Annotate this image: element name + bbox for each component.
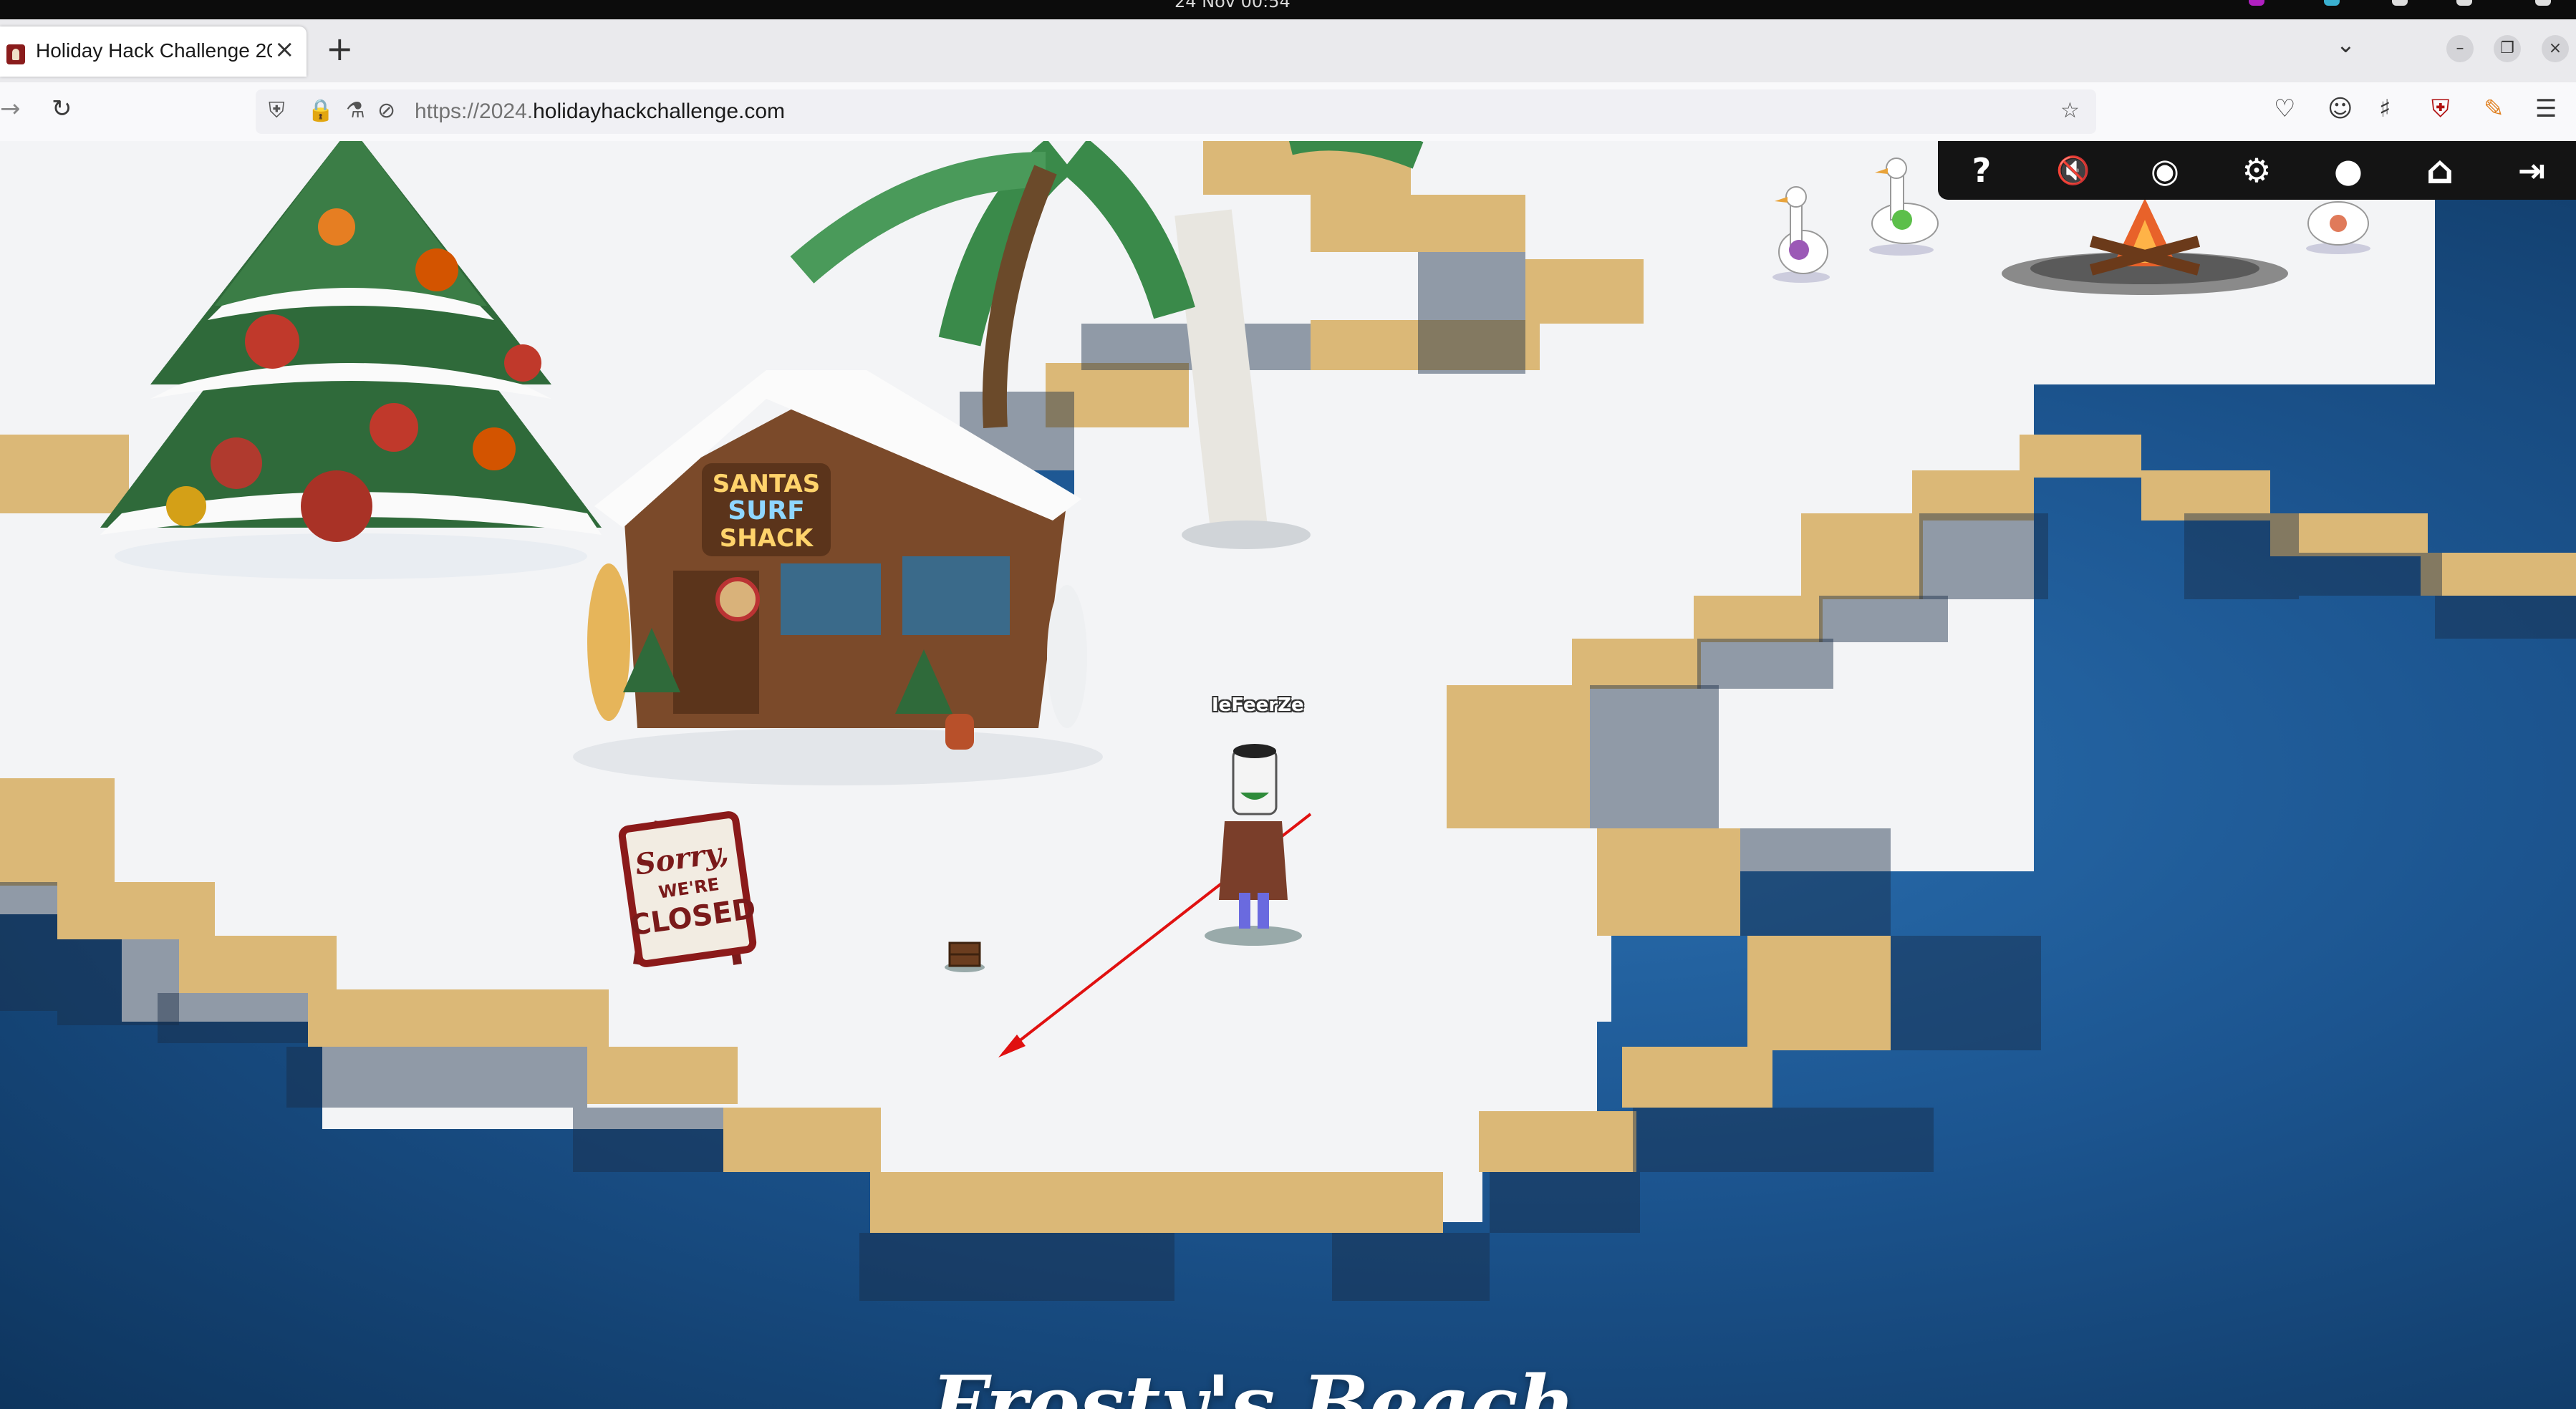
logout-icon[interactable]: ⇥ <box>2508 147 2555 194</box>
closed-sign: Sorry, WE'RE CLOSED <box>618 811 758 967</box>
tray-icon[interactable] <box>2535 0 2551 6</box>
sand-tile <box>723 1108 881 1172</box>
sand-tile <box>1572 639 1701 689</box>
ublock-icon[interactable]: ⛨ <box>2431 95 2450 123</box>
mute-icon[interactable]: 🔇 <box>2050 147 2097 194</box>
shallow-tile <box>0 882 57 1011</box>
shield-icon[interactable]: ⛨ <box>269 98 285 123</box>
sand-tile <box>179 936 337 993</box>
restore-button[interactable]: ❐ <box>2494 35 2521 62</box>
new-tab-button[interactable]: + <box>326 29 354 68</box>
help-icon[interactable]: ? <box>1958 147 2005 194</box>
account-icon[interactable]: ☺ <box>2327 95 2353 123</box>
sand-tile <box>57 882 215 939</box>
player-avatar[interactable] <box>1203 742 1303 950</box>
tab-title: Holiday Hack Challenge 2024 <box>36 39 272 62</box>
sand-tile <box>587 1047 738 1104</box>
shallow-tile <box>1418 252 1525 374</box>
player-name-label: IeFeerZe <box>1212 694 1304 716</box>
shallow-tile <box>1332 1233 1490 1301</box>
game-hud-toolbar: ? 🔇 ◉ ⚙ ● ⌂ ⇥ <box>1938 141 2576 200</box>
chevron-down-icon[interactable]: ⌄ <box>2336 31 2355 58</box>
permissions-icon[interactable]: ⚗ <box>346 98 365 123</box>
settings-icon[interactable]: ⚙ <box>2233 147 2280 194</box>
shallow-tile <box>1740 828 1891 936</box>
goose-npc[interactable] <box>1862 155 1941 256</box>
url-bar[interactable]: ⛨ 🔒 ⚗ ⊘ https://2024.holidayhackchalleng… <box>256 89 2096 134</box>
home-icon[interactable]: ⌂ <box>2416 147 2464 194</box>
extensions-icon[interactable]: ♯ <box>2379 95 2391 123</box>
sand-tile <box>1597 828 1740 936</box>
menu-icon[interactable]: ☰ <box>2535 95 2557 123</box>
crate-item[interactable] <box>944 936 985 973</box>
campfire <box>2002 198 2288 295</box>
lock-icon[interactable]: 🔒 <box>307 98 334 123</box>
shallow-tile <box>1819 596 1948 642</box>
tray-icon[interactable] <box>2392 0 2408 6</box>
shallow-tile <box>1891 936 2041 1050</box>
os-clock: 24 Nov 00:54 <box>1174 0 1291 11</box>
tray-icon[interactable] <box>2249 0 2264 6</box>
os-top-bar: 24 Nov 00:54 <box>0 0 2576 19</box>
forward-icon[interactable]: → <box>0 95 21 123</box>
tab-close-button[interactable]: × <box>274 35 295 64</box>
site-favicon-icon <box>6 44 25 64</box>
reload-icon[interactable]: ↻ <box>52 95 72 123</box>
shallow-tile <box>1919 513 2048 599</box>
tray-icon[interactable] <box>2324 0 2340 6</box>
shallow-tile <box>573 1108 723 1172</box>
sand-tile <box>1622 1047 1772 1108</box>
shallow-tile <box>1490 1172 1640 1233</box>
minimize-button[interactable]: – <box>2446 35 2474 62</box>
shallow-tile <box>2435 596 2576 639</box>
sand-tile <box>2421 553 2576 596</box>
bookmark-star-icon[interactable]: ☆ <box>2060 98 2080 123</box>
sand-tile <box>1447 685 1590 828</box>
sand-tile <box>2020 435 2141 478</box>
sand-tile <box>1479 1111 1636 1172</box>
location-title: Frosty's Beach <box>931 1358 1576 1409</box>
sand-tile <box>0 778 115 886</box>
shallow-tile <box>2184 513 2299 599</box>
browser-tab-strip: Holiday Hack Challenge 2024 × + ⌄ – ❐ × <box>0 19 2576 82</box>
url-text[interactable]: https://2024.holidayhackchallenge.com <box>415 100 785 124</box>
shallow-tile <box>1633 1108 1934 1172</box>
shallow-tile <box>2299 553 2442 596</box>
extension-icon[interactable]: ✎ <box>2484 95 2504 123</box>
shallow-tile <box>286 1047 587 1108</box>
tracking-icon[interactable]: ⊘ <box>377 98 395 123</box>
sand-tile <box>1525 259 1644 324</box>
shallow-tile <box>1590 685 1719 828</box>
sand-tile <box>1801 513 1923 599</box>
pocket-icon[interactable]: ♡ <box>2274 95 2295 123</box>
shallow-tile <box>859 1233 1174 1301</box>
goose-npc[interactable] <box>1769 184 1833 284</box>
sand-tile <box>1747 936 1891 1050</box>
palm-tree <box>790 141 1424 549</box>
browser-tab[interactable]: Holiday Hack Challenge 2024 × <box>0 26 307 77</box>
shallow-tile <box>1697 639 1833 689</box>
tray-icon[interactable] <box>2456 0 2472 6</box>
browser-nav-bar: → ↻ ⛨ 🔒 ⚗ ⊘ https://2024.holidayhackchal… <box>0 82 2576 142</box>
sand-tile <box>1694 596 1823 642</box>
game-canvas[interactable]: SANTAS SURF SHACK Sorry, WE'RE CLOSED Ie… <box>0 141 2576 1409</box>
profile-icon[interactable]: ● <box>2325 147 2372 194</box>
sand-tile <box>870 1172 1443 1233</box>
christmas-tree <box>100 141 602 579</box>
sand-tile <box>308 989 609 1047</box>
shallow-tile <box>158 993 308 1043</box>
discord-icon[interactable]: ◉ <box>2141 147 2189 194</box>
close-window-button[interactable]: × <box>2542 35 2569 62</box>
